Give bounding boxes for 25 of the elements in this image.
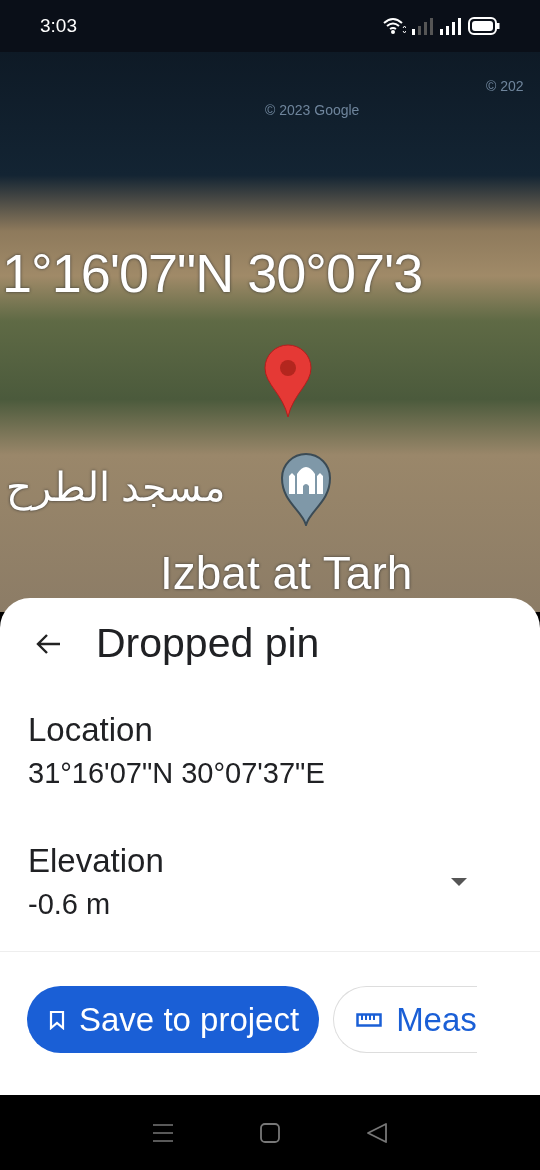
coordinates-map-label: 1°16'07"N 30°07'3 (2, 242, 423, 304)
field-label: Elevation (28, 842, 164, 880)
bookmark-icon (49, 1009, 65, 1030)
ruler-icon (356, 1011, 383, 1028)
back-icon[interactable] (365, 1121, 388, 1144)
dropdown-caret-icon[interactable] (450, 877, 468, 887)
sheet-title: Dropped pin (96, 620, 320, 667)
home-icon[interactable] (259, 1121, 281, 1144)
map-attribution: © 202 (486, 78, 524, 94)
field-value: -0.6 m (28, 888, 112, 921)
place-map-label[interactable]: مسجد الطرح (6, 464, 226, 510)
measure-button[interactable]: Meas (333, 986, 477, 1053)
signal-icon (412, 17, 434, 35)
battery-icon (468, 17, 500, 35)
mosque-pin-icon[interactable] (280, 450, 332, 526)
field-value: 31°16'07"N 30°07'37"E (28, 757, 325, 790)
wifi-icon (382, 17, 406, 35)
status-time: 3:03 (40, 15, 77, 37)
map-attribution: © 2023 Google (265, 102, 360, 118)
area-map-label: Izbat at Tarh (160, 546, 413, 600)
save-button[interactable]: Save to project (27, 986, 320, 1053)
field-label: Location (28, 711, 154, 749)
menu-icon[interactable] (152, 1121, 175, 1144)
signal-icon (440, 17, 462, 35)
back-arrow-icon[interactable] (34, 631, 62, 656)
